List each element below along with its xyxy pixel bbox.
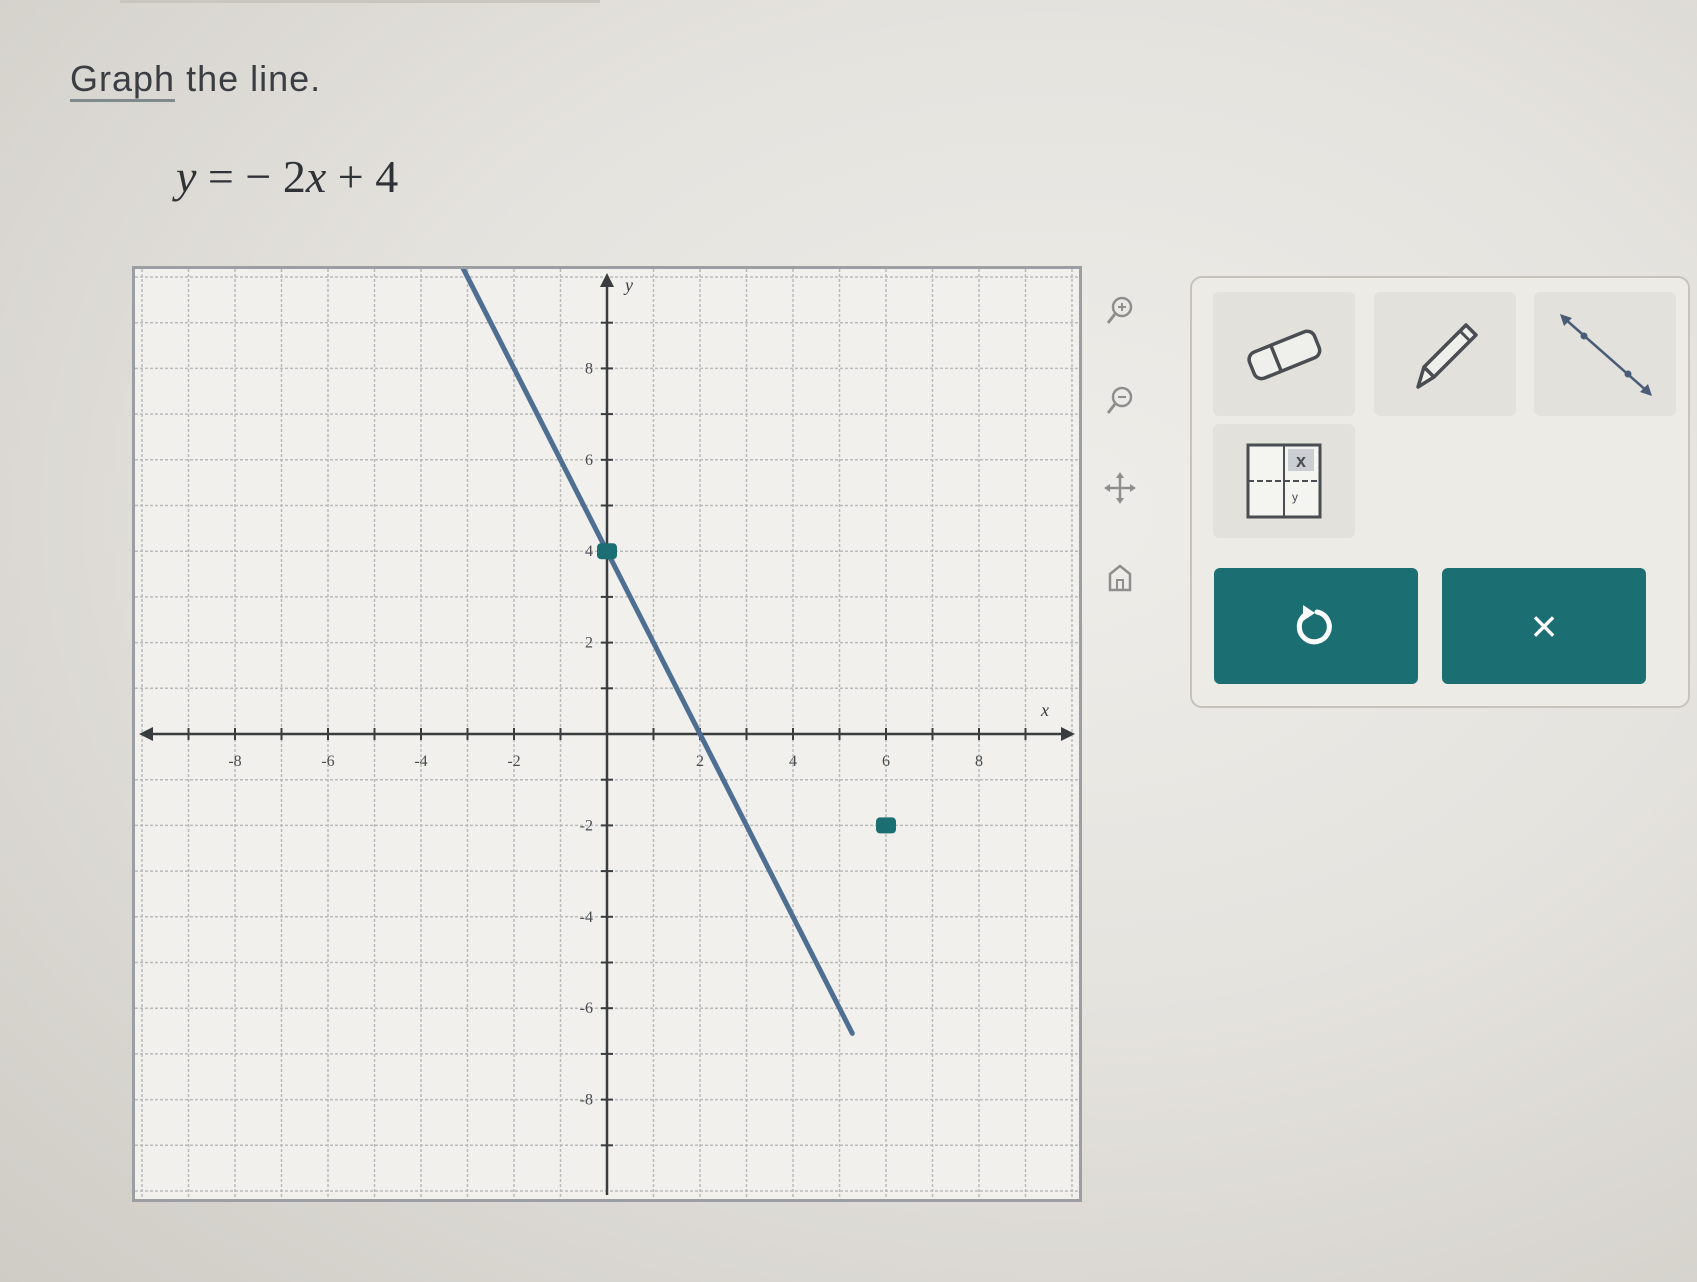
pencil-tool-button[interactable] xyxy=(1374,292,1516,416)
y-tick-label: -6 xyxy=(580,1000,593,1017)
equation-equals: = xyxy=(196,151,246,202)
table-tool-button[interactable]: x y xyxy=(1213,424,1355,538)
eraser-icon xyxy=(1247,329,1322,381)
undo-button[interactable] xyxy=(1214,568,1418,684)
y-tick-label: 6 xyxy=(585,452,593,469)
move-icon[interactable] xyxy=(1100,468,1140,508)
equation-variable: x xyxy=(305,151,327,202)
equation-lhs: y xyxy=(176,151,197,202)
x-axis-arrow-left xyxy=(139,727,153,741)
table-x-label: x xyxy=(1296,451,1306,471)
reset-button[interactable]: × xyxy=(1442,568,1646,684)
line-tool-icon xyxy=(1560,314,1652,396)
line-tool-button[interactable] xyxy=(1534,292,1676,416)
zoom-in-icon[interactable] xyxy=(1100,291,1140,331)
table-tool-icon: x y xyxy=(1246,443,1322,519)
y-tick-label: 2 xyxy=(585,635,593,652)
graph-link[interactable]: Graph xyxy=(70,58,176,102)
y-tick-label: 8 xyxy=(585,360,593,377)
plotted-point xyxy=(597,543,617,560)
x-tick-label: 4 xyxy=(789,753,797,770)
undo-icon xyxy=(1296,605,1332,645)
x-tick-label: 8 xyxy=(975,753,983,770)
instruction-text: Graph the line. xyxy=(70,58,322,102)
graph-area[interactable]: x y -8 -6 -4 -2 2 4 6 8 8 6 4 2 -2 -4 -6 -8 xyxy=(132,266,1082,1202)
x-axis-label: x xyxy=(1040,700,1049,720)
graphed-line xyxy=(460,269,855,1036)
y-axis-arrow-up xyxy=(600,273,614,287)
y-axis-label: y xyxy=(623,275,633,295)
pencil-icon xyxy=(1416,323,1478,389)
x-tick-label: -4 xyxy=(414,753,427,770)
x-tick-label: -2 xyxy=(507,753,520,770)
y-tick-label: -4 xyxy=(580,909,593,926)
x-tick-label: 2 xyxy=(696,753,704,770)
top-divider xyxy=(120,0,600,3)
equation-constant: + 4 xyxy=(326,151,399,202)
y-tick-label: -8 xyxy=(580,1092,593,1109)
tool-panel: x y × xyxy=(1190,276,1690,708)
instruction-rest: the line. xyxy=(175,58,322,99)
y-tick-label: -2 xyxy=(580,817,593,834)
coordinate-plane[interactable]: x y -8 -6 -4 -2 2 4 6 8 8 6 4 2 -2 -4 -6 -8 xyxy=(135,269,1079,1199)
x-axis-arrow-right xyxy=(1061,727,1075,741)
eraser-tool-button[interactable] xyxy=(1213,292,1355,416)
table-y-label: y xyxy=(1292,490,1298,504)
equation: y = − 2x + 4 xyxy=(176,150,398,203)
x-tick-label: 6 xyxy=(882,753,890,770)
close-icon: × xyxy=(1530,600,1558,652)
equation-coefficient: − 2 xyxy=(245,151,306,202)
x-tick-label: -6 xyxy=(321,753,334,770)
zoom-out-icon[interactable] xyxy=(1100,381,1140,421)
plotted-point xyxy=(876,817,896,834)
y-tick-label: 4 xyxy=(585,543,593,560)
x-tick-label: -8 xyxy=(228,753,241,770)
home-icon[interactable] xyxy=(1100,558,1140,598)
